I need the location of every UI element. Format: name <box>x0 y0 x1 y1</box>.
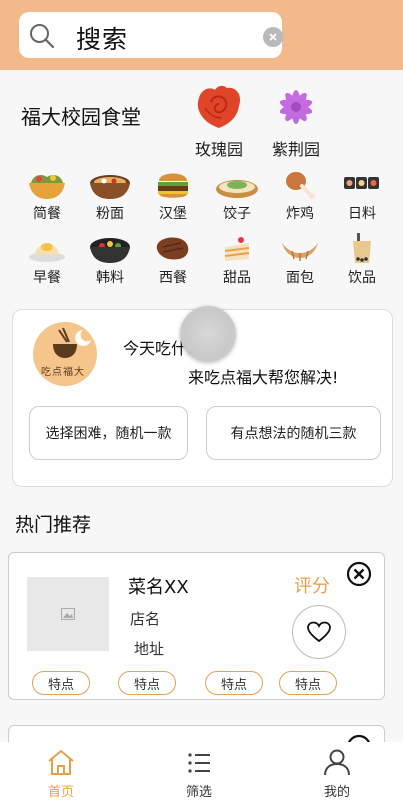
sushi-icon <box>344 177 379 189</box>
category-label: 早餐 <box>33 270 61 286</box>
nav-item-filter[interactable]: 筛选 <box>169 748 229 800</box>
burger-icon <box>158 173 188 198</box>
logo-text: 吃点福大 <box>41 367 85 378</box>
category-label: 炸鸡 <box>286 206 314 222</box>
random-three-button[interactable]: 有点想法的随机三款 <box>206 406 381 460</box>
image-icon <box>61 608 75 620</box>
dish-address: 地址 <box>134 640 165 658</box>
touch-indicator <box>180 306 236 362</box>
noodle-bowl-icon <box>90 175 130 199</box>
dumpling-icon <box>216 180 258 198</box>
search-input[interactable]: 搜索 <box>19 12 283 58</box>
category-drinks[interactable]: 饮品 <box>333 233 391 287</box>
header-bar: 搜索 <box>0 0 403 70</box>
bibimbap-icon <box>90 238 130 263</box>
bowl-logo-icon <box>53 327 91 358</box>
heart-icon <box>307 621 331 643</box>
dismiss-dish-button[interactable] <box>346 561 372 587</box>
dish-shop: 店名 <box>130 610 161 628</box>
bottom-navigation: 首页 筛选 我的 <box>0 742 403 811</box>
answer-text: 来吃点福大帮您解决! <box>188 368 339 387</box>
campus-title: 福大校园食堂 <box>21 105 141 129</box>
category-label: 甜品 <box>223 270 251 286</box>
home-icon <box>48 750 74 775</box>
category-label: 粉面 <box>96 206 124 222</box>
fried-chicken-icon <box>286 172 315 199</box>
cake-icon <box>224 237 250 261</box>
list-icon <box>188 753 210 773</box>
close-circle-icon <box>346 561 372 587</box>
dish-tag: 特点 <box>118 671 176 695</box>
dish-score: 评分 <box>294 576 330 597</box>
hot-section-title: 热门推荐 <box>15 514 92 536</box>
category-bread[interactable]: 面包 <box>271 233 329 287</box>
category-dessert[interactable]: 甜品 <box>208 233 266 287</box>
category-label: 汉堡 <box>159 206 187 222</box>
close-icon <box>269 33 277 41</box>
category-burger[interactable]: 汉堡 <box>144 169 202 223</box>
nav-item-home[interactable]: 首页 <box>31 748 91 800</box>
steak-icon <box>156 237 189 260</box>
search-query[interactable]: 搜索 <box>76 20 128 56</box>
category-fried-chicken[interactable]: 炸鸡 <box>271 169 329 223</box>
nav-item-profile[interactable]: 我的 <box>307 748 367 800</box>
bubble-tea-icon <box>353 233 371 263</box>
category-japanese[interactable]: 日料 <box>333 169 391 223</box>
croissant-icon <box>282 243 318 261</box>
dish-name: 菜名XX <box>128 577 189 598</box>
canteen-bauhinia-label: 紫荆园 <box>271 140 320 159</box>
category-breakfast[interactable]: 早餐 <box>18 233 76 287</box>
nav-profile-label: 我的 <box>323 785 350 800</box>
dish-image-placeholder <box>27 577 109 651</box>
category-dumplings[interactable]: 饺子 <box>208 169 266 223</box>
category-label: 面包 <box>286 270 314 286</box>
random-one-button[interactable]: 选择困难，随机一款 <box>29 406 188 460</box>
user-icon <box>324 749 350 776</box>
clear-search-button[interactable] <box>263 27 283 47</box>
dish-tag: 特点 <box>205 671 263 695</box>
category-label: 日料 <box>348 206 376 222</box>
category-label: 简餐 <box>33 206 61 222</box>
category-label: 韩料 <box>96 270 124 286</box>
rose-icon <box>197 85 241 128</box>
canteen-rose-label: 玫瑰园 <box>194 140 243 159</box>
dish-tag: 特点 <box>32 671 90 695</box>
breakfast-icon <box>29 243 65 262</box>
category-label: 饮品 <box>348 270 376 286</box>
canteen-rose[interactable]: 玫瑰园 <box>184 84 254 160</box>
search-icon <box>29 23 55 49</box>
category-label: 饺子 <box>223 206 251 222</box>
category-noodles[interactable]: 粉面 <box>81 169 139 223</box>
rice-bowl-icon <box>29 175 65 199</box>
category-simple-meal[interactable]: 简餐 <box>18 169 76 223</box>
app-logo: 吃点福大 <box>33 322 97 386</box>
bauhinia-icon <box>279 90 313 124</box>
nav-filter-label: 筛选 <box>185 785 212 800</box>
category-label: 西餐 <box>159 270 187 286</box>
category-korean[interactable]: 韩料 <box>81 233 139 287</box>
nav-home-label: 首页 <box>47 785 74 800</box>
category-western[interactable]: 西餐 <box>144 233 202 287</box>
dish-card[interactable]: 菜名XX 店名 地址 评分 特点 特点 特点 特点 <box>8 552 385 700</box>
canteen-bauhinia[interactable]: 紫荆园 <box>261 84 331 160</box>
favorite-button[interactable] <box>292 605 346 659</box>
dish-tag: 特点 <box>279 671 337 695</box>
